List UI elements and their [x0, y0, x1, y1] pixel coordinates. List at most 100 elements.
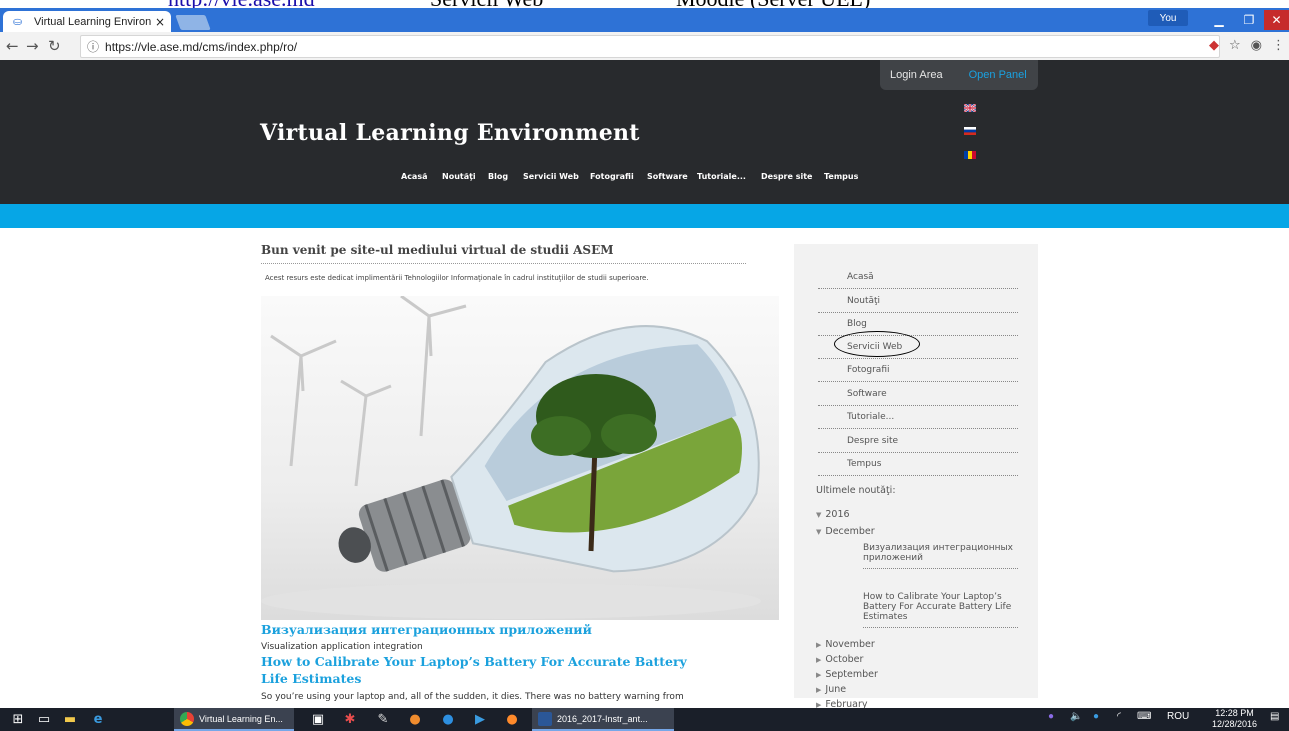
- menu-icon[interactable]: ⋮: [1272, 38, 1285, 53]
- latest-news-heading: Ultimele noutăţi:: [816, 485, 896, 496]
- taskbar-word-app[interactable]: 2016_2017-Instr_ant...: [532, 708, 674, 731]
- nav-tempus[interactable]: Tempus: [824, 172, 858, 181]
- media-player-icon[interactable]: ▶: [472, 712, 488, 727]
- tab-close-icon[interactable]: ×: [153, 15, 167, 29]
- caret-right-icon: ▶: [816, 641, 822, 649]
- forward-icon[interactable]: →: [26, 37, 39, 55]
- annotation-circle: [834, 331, 920, 357]
- maximize-icon[interactable]: ❐: [1234, 10, 1264, 30]
- news-item[interactable]: How to Calibrate Your Laptop’s Battery F…: [863, 592, 1018, 628]
- bookmark-star-icon[interactable]: ☆: [1229, 38, 1241, 53]
- app-red-icon[interactable]: ✱: [342, 712, 358, 727]
- tree-month[interactable]: ▶ October: [816, 654, 863, 665]
- extension-icon[interactable]: ◆: [1209, 38, 1219, 53]
- url-field[interactable]: ⓘ https://vle.ase.md/cms/index.php/ro/: [80, 35, 1220, 58]
- caret-right-icon: ▶: [816, 686, 822, 694]
- minimize-icon[interactable]: ▁: [1204, 10, 1234, 30]
- address-bar-row: ← → ↻ ⓘ https://vle.ase.md/cms/index.php…: [0, 32, 1289, 61]
- firefox-icon[interactable]: ●: [504, 712, 520, 727]
- volume-icon[interactable]: 🔈: [1070, 711, 1082, 722]
- article1-title[interactable]: Визуализация интеграционных приложений: [261, 622, 592, 637]
- nav-despre-site[interactable]: Despre site: [761, 172, 812, 181]
- close-window-icon[interactable]: ✕: [1264, 10, 1289, 30]
- tree-month[interactable]: ▶ June: [816, 684, 846, 695]
- toolbar-icons: ◆ ☆ ◉ ⋮: [1209, 38, 1285, 53]
- intro-text: Acest resurs este dedicat implimentării …: [265, 274, 649, 282]
- nav-software[interactable]: Software: [647, 172, 688, 181]
- tree-year[interactable]: ▼ 2016: [816, 509, 850, 520]
- article2-excerpt: So you’re using your laptop and, all of …: [261, 692, 684, 702]
- chrome-icon: [180, 711, 194, 726]
- site-header: Login Area Open Panel Virtual Learning E…: [0, 60, 1289, 204]
- sidebar-item-acasa[interactable]: Acasă: [818, 265, 1018, 289]
- lightbulb-image: [261, 296, 779, 620]
- news-item[interactable]: Визуализация интеграционных приложений: [863, 543, 1018, 569]
- tree-month[interactable]: ▼ December: [816, 526, 875, 537]
- tray-blue-icon[interactable]: ●: [1093, 711, 1099, 722]
- store-icon[interactable]: ▣: [310, 712, 326, 727]
- tree-month[interactable]: ▶ September: [816, 669, 878, 680]
- site-title[interactable]: Virtual Learning Environment: [260, 120, 640, 146]
- tray-app-icon[interactable]: ●: [1048, 711, 1054, 722]
- reload-icon[interactable]: ↻: [48, 37, 61, 55]
- wifi-icon[interactable]: ◜: [1117, 711, 1121, 722]
- caret-down-icon: ▼: [816, 511, 822, 519]
- keyboard-icon[interactable]: ⌨: [1137, 711, 1151, 722]
- nav-fotografii[interactable]: Fotografii: [590, 172, 634, 181]
- site-info-icon[interactable]: ⓘ: [87, 38, 99, 55]
- sidebar-item-blog[interactable]: Blog: [818, 312, 1018, 336]
- language-indicator[interactable]: ROU: [1167, 711, 1189, 722]
- article1-subtitle: Visualization application integration: [261, 642, 423, 652]
- nav-blog[interactable]: Blog: [488, 172, 508, 181]
- caret-right-icon: ▶: [816, 671, 822, 679]
- browser-tab[interactable]: ⛀ Virtual Learning Environ ×: [3, 11, 171, 32]
- sidebar-item-fotografii[interactable]: Fotografii: [818, 358, 1018, 382]
- new-tab-button[interactable]: [175, 15, 211, 30]
- main-content: Bun venit pe site-ul mediului virtual de…: [261, 243, 781, 620]
- russian-flag-icon[interactable]: [964, 127, 976, 135]
- doc-heading-middle: Servicii Web: [430, 0, 543, 8]
- browser-tabstrip: ⛀ Virtual Learning Environ × You ▁ ❐ ✕: [0, 8, 1289, 32]
- nav-acasa[interactable]: Acasă: [401, 172, 428, 181]
- article2-title-line2[interactable]: Life Estimates: [261, 671, 361, 686]
- article2-title-line1[interactable]: How to Calibrate Your Laptop’s Battery F…: [261, 654, 687, 669]
- word-icon: [538, 711, 552, 726]
- document-strip: http://vle.ase.md Servicii Web Moodle (S…: [0, 0, 1289, 8]
- task-view-icon[interactable]: ▭: [36, 712, 52, 727]
- nav-noutati[interactable]: Noutăţi: [442, 172, 476, 181]
- sidebar-item-noutati[interactable]: Noutăţi: [818, 289, 1018, 313]
- profile-button[interactable]: You: [1148, 10, 1188, 26]
- tree-month[interactable]: ▶ November: [816, 639, 875, 650]
- clock[interactable]: 12:28 PM 12/28/2016: [1212, 708, 1257, 730]
- app-orange-icon[interactable]: ●: [407, 712, 423, 727]
- doc-link[interactable]: http://vle.ase.md: [168, 0, 315, 8]
- site-favicon-icon: ⛀: [13, 14, 23, 28]
- edge-icon[interactable]: e: [90, 712, 106, 727]
- clock-date: 12/28/2016: [1212, 719, 1258, 729]
- moldovan-flag-icon[interactable]: [964, 151, 976, 159]
- taskbar-chrome-app[interactable]: Virtual Learning En...: [174, 708, 294, 731]
- notifications-icon[interactable]: ▤: [1270, 711, 1279, 722]
- extension-circle-icon[interactable]: ◉: [1251, 38, 1262, 53]
- windows-start-icon[interactable]: ⊞: [10, 712, 26, 727]
- taskbar: ⊞ ▭ ▬ e Virtual Learning En... ▣ ✱ ✎ ● ●…: [0, 708, 1289, 731]
- app-grey-icon[interactable]: ✎: [375, 712, 391, 727]
- sidebar: Acasă Noutăţi Blog Servicii Web Fotograf…: [794, 244, 1038, 710]
- sidebar-item-tutoriale[interactable]: Tutoriale...: [818, 405, 1018, 429]
- back-icon[interactable]: ←: [6, 37, 19, 55]
- nav-tutoriale[interactable]: Tutoriale...: [697, 172, 746, 181]
- welcome-heading: Bun venit pe site-ul mediului virtual de…: [261, 243, 746, 264]
- nav-servicii-web[interactable]: Servicii Web: [523, 172, 579, 181]
- app-blue-icon[interactable]: ●: [440, 712, 456, 727]
- sidebar-item-tempus[interactable]: Tempus: [818, 452, 1018, 476]
- sidebar-item-despre-site[interactable]: Despre site: [818, 429, 1018, 453]
- clock-time: 12:28 PM: [1215, 708, 1254, 718]
- login-panel-tab: Login Area Open Panel: [880, 60, 1038, 90]
- tab-title: Virtual Learning Environ: [34, 15, 152, 28]
- file-explorer-icon[interactable]: ▬: [62, 712, 78, 727]
- english-flag-icon[interactable]: [964, 104, 976, 112]
- caret-down-icon: ▼: [816, 528, 822, 536]
- caret-right-icon: ▶: [816, 656, 822, 664]
- sidebar-item-software[interactable]: Software: [818, 382, 1018, 406]
- open-panel-link[interactable]: Open Panel: [969, 69, 1027, 81]
